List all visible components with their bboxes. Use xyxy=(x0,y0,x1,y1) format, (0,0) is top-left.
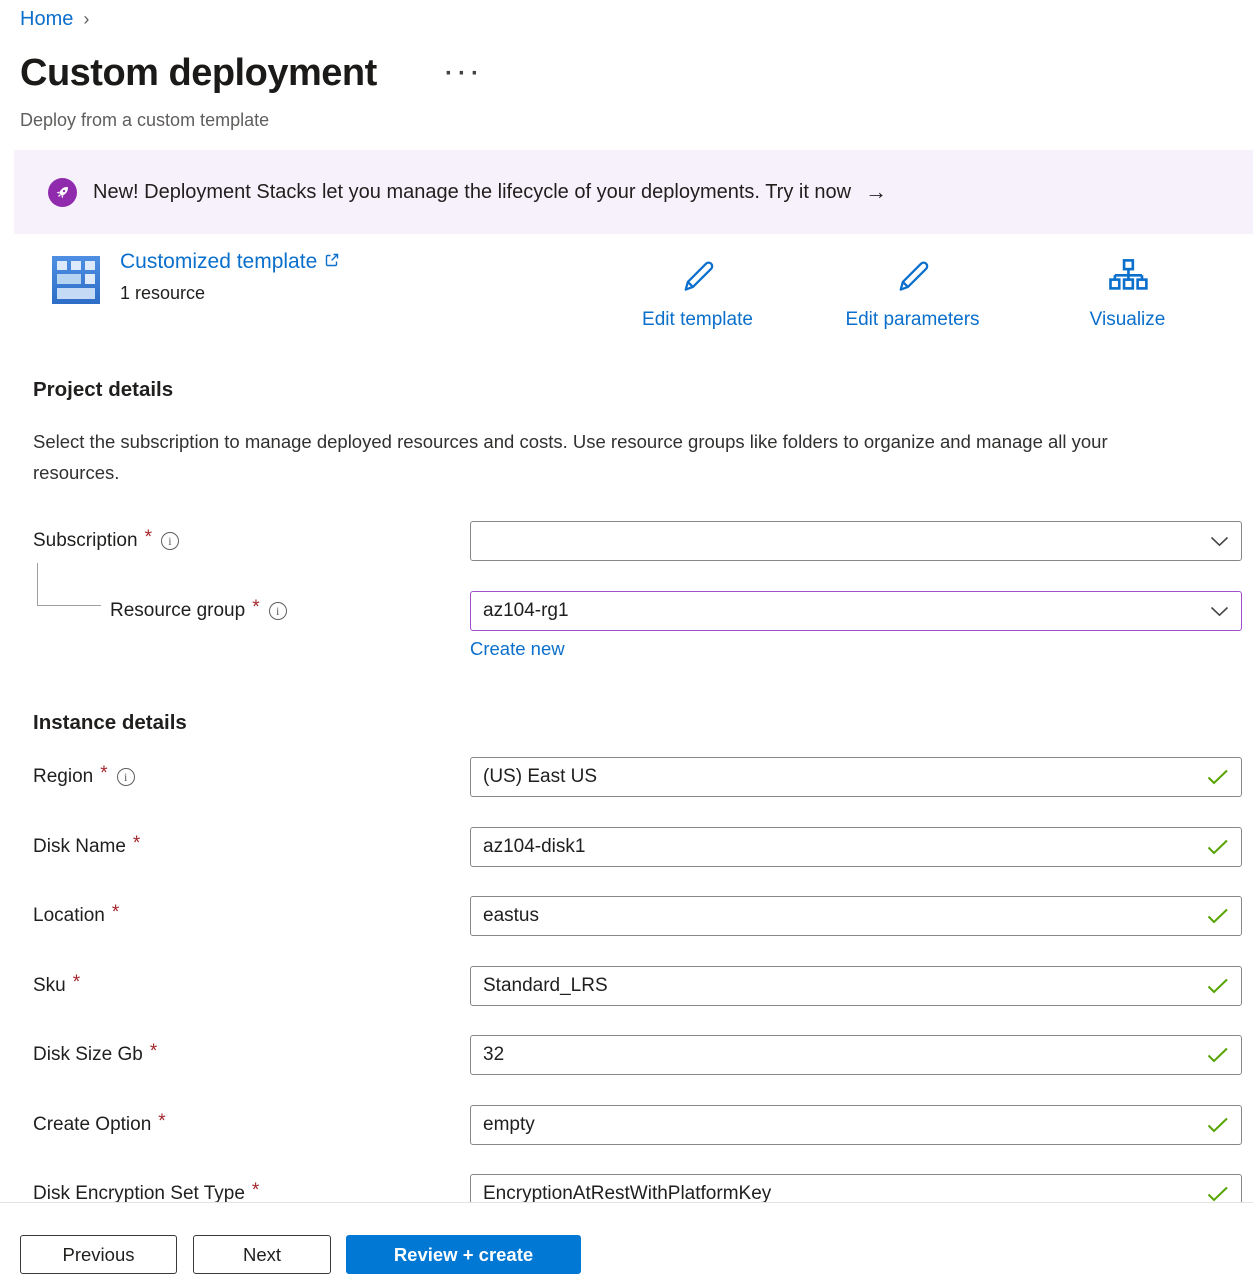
required-asterisk: * xyxy=(112,902,119,924)
visualize-button[interactable]: Visualize xyxy=(1065,256,1190,331)
more-options-icon[interactable]: ··· xyxy=(445,60,484,88)
visualize-icon xyxy=(1107,256,1149,303)
region-field[interactable]: (US) East US xyxy=(470,757,1242,797)
footer-bar: Previous Next Review + create xyxy=(0,1202,1253,1280)
valid-check-icon xyxy=(1207,1047,1229,1063)
edit-template-label: Edit template xyxy=(642,309,753,331)
sku-field[interactable]: Standard_LRS xyxy=(470,966,1242,1006)
page-title: Custom deployment xyxy=(20,52,377,95)
create-new-link[interactable]: Create new xyxy=(470,638,565,660)
page-subtitle: Deploy from a custom template xyxy=(20,110,269,131)
required-asterisk: * xyxy=(252,1180,259,1202)
pencil-icon xyxy=(892,256,934,303)
resource-group-dropdown[interactable]: az104-rg1 xyxy=(470,591,1242,631)
instance-details-heading: Instance details xyxy=(33,711,187,735)
required-asterisk: * xyxy=(145,527,152,549)
disk-name-label: Disk Name * xyxy=(33,827,140,867)
chevron-down-icon xyxy=(1210,536,1229,547)
arrow-right-icon[interactable]: → xyxy=(865,179,887,205)
breadcrumb: Home › xyxy=(20,8,89,31)
region-label: Region * i xyxy=(33,757,135,797)
disk-size-label: Disk Size Gb * xyxy=(33,1035,157,1075)
project-details-description: Select the subscription to manage deploy… xyxy=(33,426,1193,488)
disk-size-field[interactable]: 32 xyxy=(470,1035,1242,1075)
customized-template-label: Customized template xyxy=(120,250,317,274)
valid-check-icon xyxy=(1207,1186,1229,1202)
visualize-label: Visualize xyxy=(1090,309,1166,331)
chevron-down-icon xyxy=(1210,606,1229,617)
info-icon[interactable]: i xyxy=(269,602,287,620)
subscription-dropdown[interactable] xyxy=(470,521,1242,561)
next-button[interactable]: Next xyxy=(193,1235,331,1274)
edit-parameters-label: Edit parameters xyxy=(845,309,979,331)
rocket-icon xyxy=(48,178,77,207)
previous-button[interactable]: Previous xyxy=(20,1235,177,1274)
valid-check-icon xyxy=(1207,908,1229,924)
review-create-button[interactable]: Review + create xyxy=(346,1235,581,1274)
location-label: Location * xyxy=(33,896,119,936)
subscription-label: Subscription * i xyxy=(33,521,179,561)
required-asterisk: * xyxy=(252,597,259,619)
valid-check-icon xyxy=(1207,1117,1229,1133)
breadcrumb-separator: › xyxy=(83,9,89,30)
info-icon[interactable]: i xyxy=(161,532,179,550)
location-field[interactable]: eastus xyxy=(470,896,1242,936)
valid-check-icon xyxy=(1207,839,1229,855)
sku-label: Sku * xyxy=(33,966,80,1006)
resource-group-label: Resource group * i xyxy=(110,591,287,631)
create-option-label: Create Option * xyxy=(33,1105,166,1145)
edit-parameters-button[interactable]: Edit parameters xyxy=(825,256,1000,331)
banner-message: New! Deployment Stacks let you manage th… xyxy=(93,181,851,204)
pencil-icon xyxy=(677,256,719,303)
deployment-stacks-banner[interactable]: New! Deployment Stacks let you manage th… xyxy=(14,150,1253,234)
create-option-field[interactable]: empty xyxy=(470,1105,1242,1145)
resource-count: 1 resource xyxy=(120,283,205,304)
project-details-heading: Project details xyxy=(33,378,173,402)
external-link-icon xyxy=(324,250,340,274)
template-icon xyxy=(48,252,104,313)
resource-group-value: az104-rg1 xyxy=(483,600,1210,622)
valid-check-icon xyxy=(1207,978,1229,994)
resource-group-connector-line xyxy=(37,563,101,606)
required-asterisk: * xyxy=(150,1041,157,1063)
valid-check-icon xyxy=(1207,769,1229,785)
info-icon[interactable]: i xyxy=(117,768,135,786)
required-asterisk: * xyxy=(133,833,140,855)
breadcrumb-home-link[interactable]: Home xyxy=(20,8,73,31)
required-asterisk: * xyxy=(158,1111,165,1133)
required-asterisk: * xyxy=(73,972,80,994)
required-asterisk: * xyxy=(100,763,107,785)
customized-template-link[interactable]: Customized template xyxy=(120,250,340,274)
disk-name-field[interactable]: az104-disk1 xyxy=(470,827,1242,867)
edit-template-button[interactable]: Edit template xyxy=(620,256,775,331)
